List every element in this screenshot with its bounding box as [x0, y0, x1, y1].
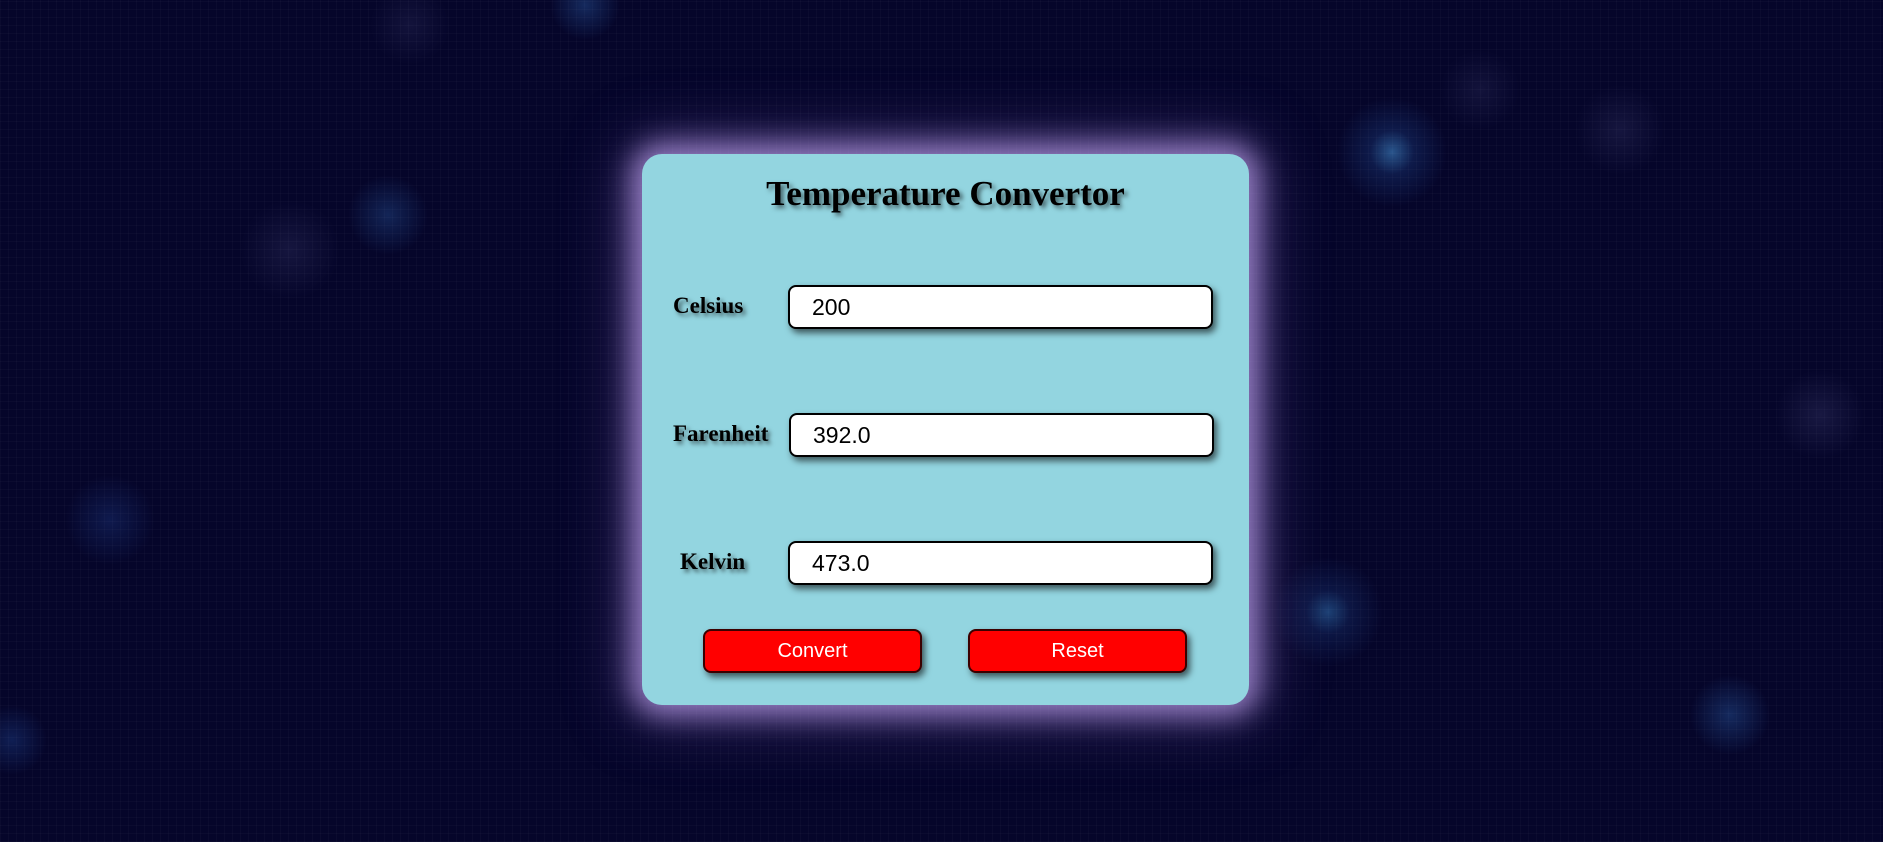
convert-button[interactable]: Convert — [703, 629, 922, 673]
celsius-input[interactable] — [788, 285, 1213, 329]
page-title: Temperature Convertor — [766, 174, 1125, 213]
fahrenheit-label: Farenheit — [673, 421, 769, 446]
reset-button[interactable]: Reset — [968, 629, 1187, 673]
kelvin-input[interactable] — [788, 541, 1213, 585]
celsius-label: Celsius — [673, 293, 744, 318]
kelvin-label: Kelvin — [680, 549, 746, 574]
converter-card: Temperature Convertor Celsius Farenheit … — [642, 154, 1249, 705]
fahrenheit-input[interactable] — [789, 413, 1214, 457]
